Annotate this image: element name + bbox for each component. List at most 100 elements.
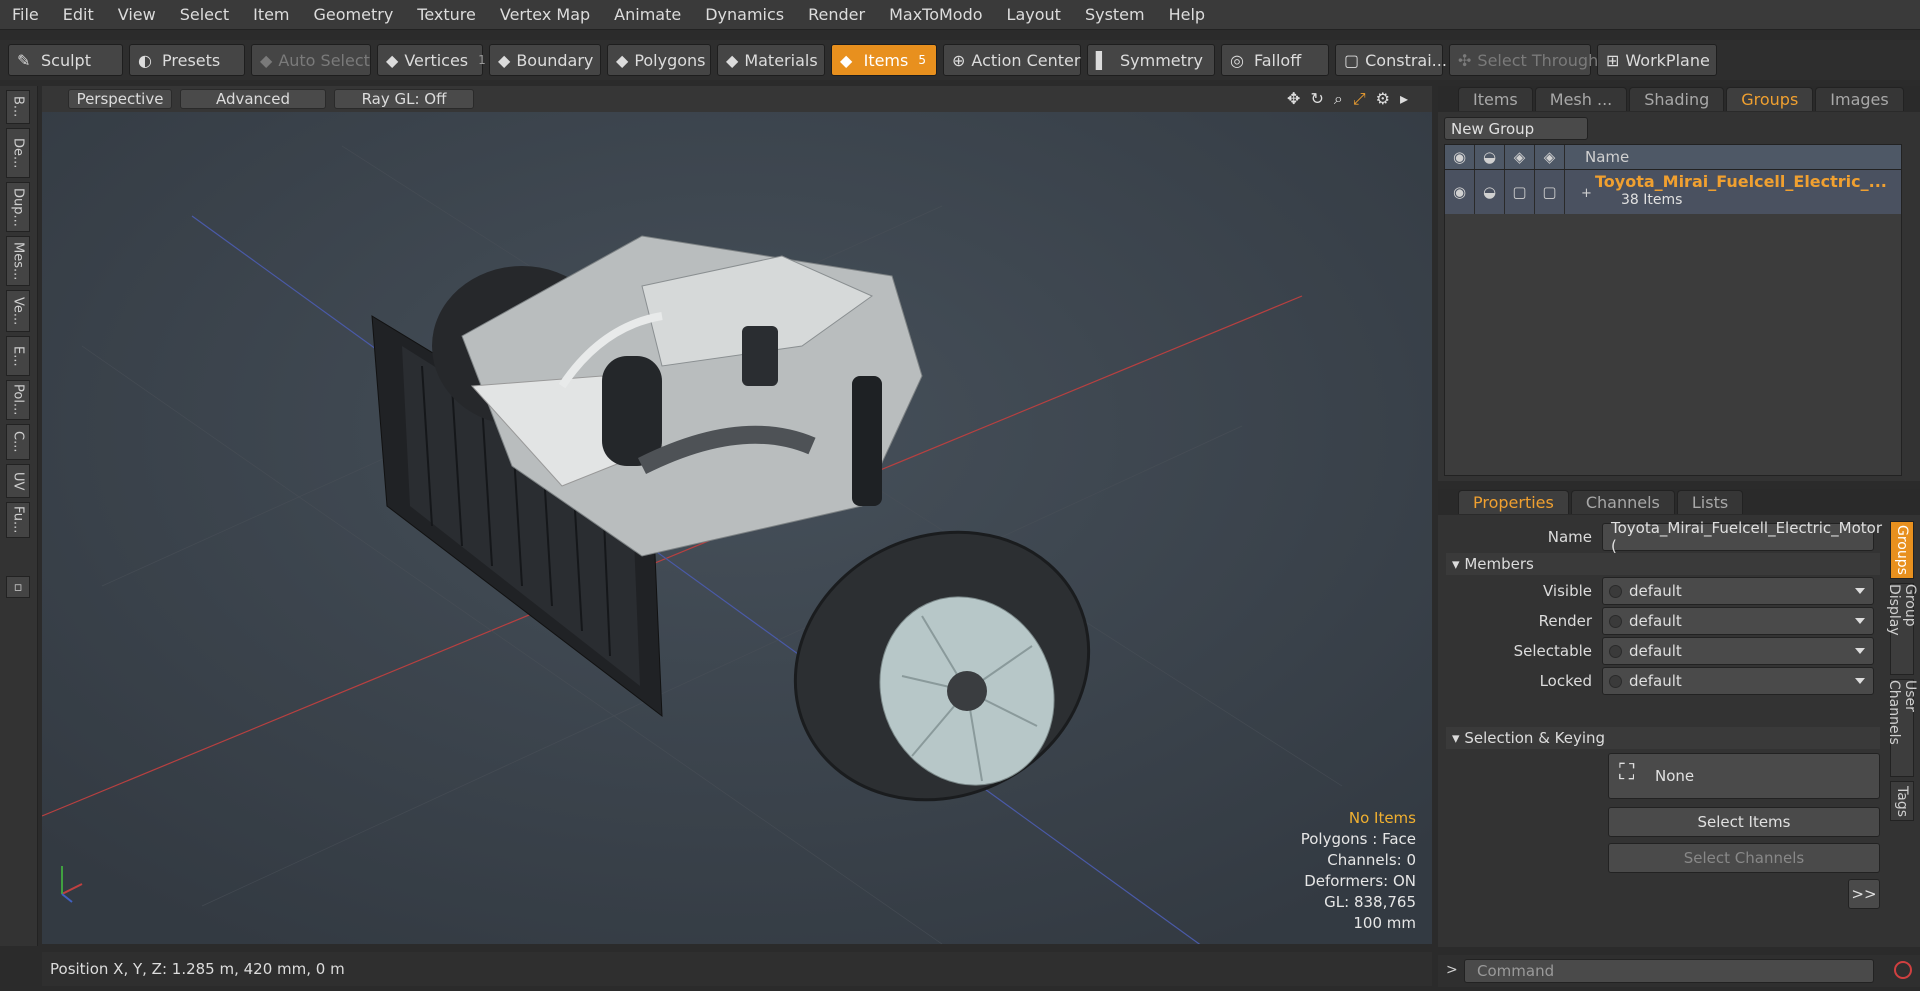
polygons-button[interactable]: ◆ Polygons <box>607 44 711 76</box>
more-button[interactable]: >> <box>1848 879 1880 909</box>
auto-select-button[interactable]: ◆ Auto Select <box>251 44 371 76</box>
row-render-icon[interactable]: ◒ <box>1475 170 1505 214</box>
row-eye-icon[interactable]: ◉ <box>1445 170 1475 214</box>
materials-button[interactable]: ◆ Materials <box>717 44 825 76</box>
tab-properties[interactable]: Properties <box>1458 490 1569 514</box>
side-tab-group-display[interactable]: Group Display <box>1886 583 1918 675</box>
render-icon[interactable]: ◒ <box>1475 145 1505 169</box>
left-tab-9[interactable]: Fu... <box>6 502 30 538</box>
play-arrow-icon[interactable]: ▸ <box>1400 89 1408 109</box>
menu-texture[interactable]: Texture <box>405 5 488 24</box>
cube-icon: ◆ <box>260 51 273 70</box>
none-keying-button[interactable]: ⛶ None <box>1608 753 1880 799</box>
caret-down-icon <box>1855 678 1865 684</box>
items-button[interactable]: ◆ Items 5 <box>831 44 937 76</box>
workplane-button[interactable]: ⊞ WorkPlane <box>1597 44 1717 76</box>
action-center-button[interactable]: ⊕ Action Center <box>943 44 1081 76</box>
select-channels-button[interactable]: Select Channels <box>1608 843 1880 873</box>
falloff-button[interactable]: ◎ Falloff <box>1221 44 1329 76</box>
visible-dropdown[interactable]: default <box>1602 577 1874 605</box>
tab-channels[interactable]: Channels <box>1570 490 1675 514</box>
dot-icon <box>1609 645 1622 658</box>
command-prompt-icon: > <box>1446 962 1458 978</box>
menu-select[interactable]: Select <box>168 5 241 24</box>
members-section[interactable]: ▾ Members <box>1446 553 1880 575</box>
groups-panel: Items Mesh ... Shading Groups Images New Gro… <box>1438 86 1920 481</box>
name-column-header[interactable]: Name <box>1565 148 1629 166</box>
left-tab-4[interactable]: Ve... <box>6 290 30 332</box>
materials-icon: ◆ <box>726 51 739 70</box>
render-dropdown[interactable]: default <box>1602 607 1874 635</box>
rotate-view-icon[interactable]: ↻ <box>1310 89 1323 109</box>
left-tab-1[interactable]: De... <box>6 128 30 178</box>
view-perspective-button[interactable]: Perspective <box>68 89 172 109</box>
move-view-icon[interactable]: ✥ <box>1287 89 1300 109</box>
select-icon[interactable]: ◈ <box>1535 145 1565 169</box>
menu-file[interactable]: File <box>0 5 51 24</box>
new-group-button[interactable]: New Group <box>1444 117 1588 140</box>
3d-viewport[interactable]: Perspective Advanced Ray GL: Off ✥ ↻ ⌕ ⤢… <box>42 86 1432 944</box>
shading-mode-button[interactable]: Advanced <box>180 89 326 109</box>
vertices-button[interactable]: ◆ Vertices 1 <box>377 44 486 76</box>
tab-images[interactable]: Images <box>1815 87 1904 111</box>
group-row[interactable]: ◉ ◒ ▢ ▢ + Toyota_Mirai_Fuelcell_Electric… <box>1445 170 1901 214</box>
menu-maxtomodo[interactable]: MaxToModo <box>877 5 994 24</box>
expand-icon[interactable]: + <box>1581 186 1592 201</box>
left-tool-strip: ▫ B... De... Dup... Mes... Ve... E... Pol... C.… <box>0 86 38 946</box>
menu-render[interactable]: Render <box>796 5 877 24</box>
selectable-dropdown[interactable]: default <box>1602 637 1874 665</box>
menu-edit[interactable]: Edit <box>51 5 106 24</box>
left-tab-3[interactable]: Mes... <box>6 236 30 286</box>
maximize-icon[interactable]: ⤢ <box>1353 89 1366 109</box>
menu-help[interactable]: Help <box>1157 5 1217 24</box>
symmetry-button[interactable]: ▌ Symmetry <box>1087 44 1215 76</box>
strip-extra-button[interactable]: ▫ <box>6 576 30 598</box>
tab-groups[interactable]: Groups <box>1726 87 1814 111</box>
menu-item[interactable]: Item <box>241 5 301 24</box>
side-tab-tags[interactable]: Tags <box>1890 781 1914 821</box>
constraints-button[interactable]: ▢ Constrai... <box>1335 44 1447 76</box>
menu-system[interactable]: System <box>1073 5 1157 24</box>
side-tab-user-channels[interactable]: User Channels <box>1886 679 1918 777</box>
left-tab-7[interactable]: C... <box>6 424 30 460</box>
left-tab-8[interactable]: UV <box>6 464 30 498</box>
left-tab-2[interactable]: Dup... <box>6 182 30 232</box>
left-tab-0[interactable]: B... <box>6 90 30 124</box>
menu-vertex-map[interactable]: Vertex Map <box>488 5 602 24</box>
tab-items[interactable]: Items <box>1458 87 1533 111</box>
properties-tabs: Properties Channels Lists <box>1438 489 1920 515</box>
select-through-button[interactable]: ✣ Select Through <box>1449 44 1598 76</box>
lock-icon[interactable]: ◈ <box>1505 145 1535 169</box>
name-field[interactable]: Toyota_Mirai_Fuelcell_Electric_Motor ( <box>1602 519 1882 555</box>
menu-geometry[interactable]: Geometry <box>302 5 406 24</box>
record-icon[interactable] <box>1894 961 1912 979</box>
selectable-row: Selectable default <box>1438 637 1884 665</box>
menu-animate[interactable]: Animate <box>602 5 693 24</box>
render-row: Render default <box>1438 607 1884 635</box>
presets-button[interactable]: ◐ Presets <box>129 44 245 76</box>
left-tab-5[interactable]: E... <box>6 336 30 376</box>
command-input[interactable]: Command <box>1464 959 1874 983</box>
menu-layout[interactable]: Layout <box>995 5 1073 24</box>
locked-dropdown[interactable]: default <box>1602 667 1874 695</box>
left-tab-6[interactable]: Pol... <box>6 380 30 420</box>
selection-keying-section[interactable]: ▾ Selection & Keying <box>1446 727 1880 749</box>
menu-dynamics[interactable]: Dynamics <box>693 5 796 24</box>
zoom-icon[interactable]: ⌕ <box>1334 89 1343 109</box>
boundary-button[interactable]: ◆ Boundary <box>489 44 601 76</box>
tab-shading[interactable]: Shading <box>1629 87 1725 111</box>
eye-icon[interactable]: ◉ <box>1445 145 1475 169</box>
row-lock-box[interactable]: ▢ <box>1505 170 1535 214</box>
select-items-button[interactable]: Select Items <box>1608 807 1880 837</box>
tab-lists[interactable]: Lists <box>1676 490 1744 514</box>
raygl-button[interactable]: Ray GL: Off <box>334 89 474 109</box>
menu-view[interactable]: View <box>106 5 168 24</box>
side-tab-groups[interactable]: Groups <box>1890 521 1914 579</box>
properties-panel: Properties Channels Lists Name Toyota_Mira… <box>1438 489 1920 947</box>
row-select-box[interactable]: ▢ <box>1535 170 1565 214</box>
items-icon: ◆ <box>840 51 853 70</box>
tab-mesh-[interactable]: Mesh ... <box>1534 87 1628 111</box>
gear-icon[interactable]: ⚙ <box>1376 89 1390 109</box>
sculpt-button[interactable]: ✎ Sculpt <box>8 44 123 76</box>
suspension-spring <box>852 376 882 506</box>
